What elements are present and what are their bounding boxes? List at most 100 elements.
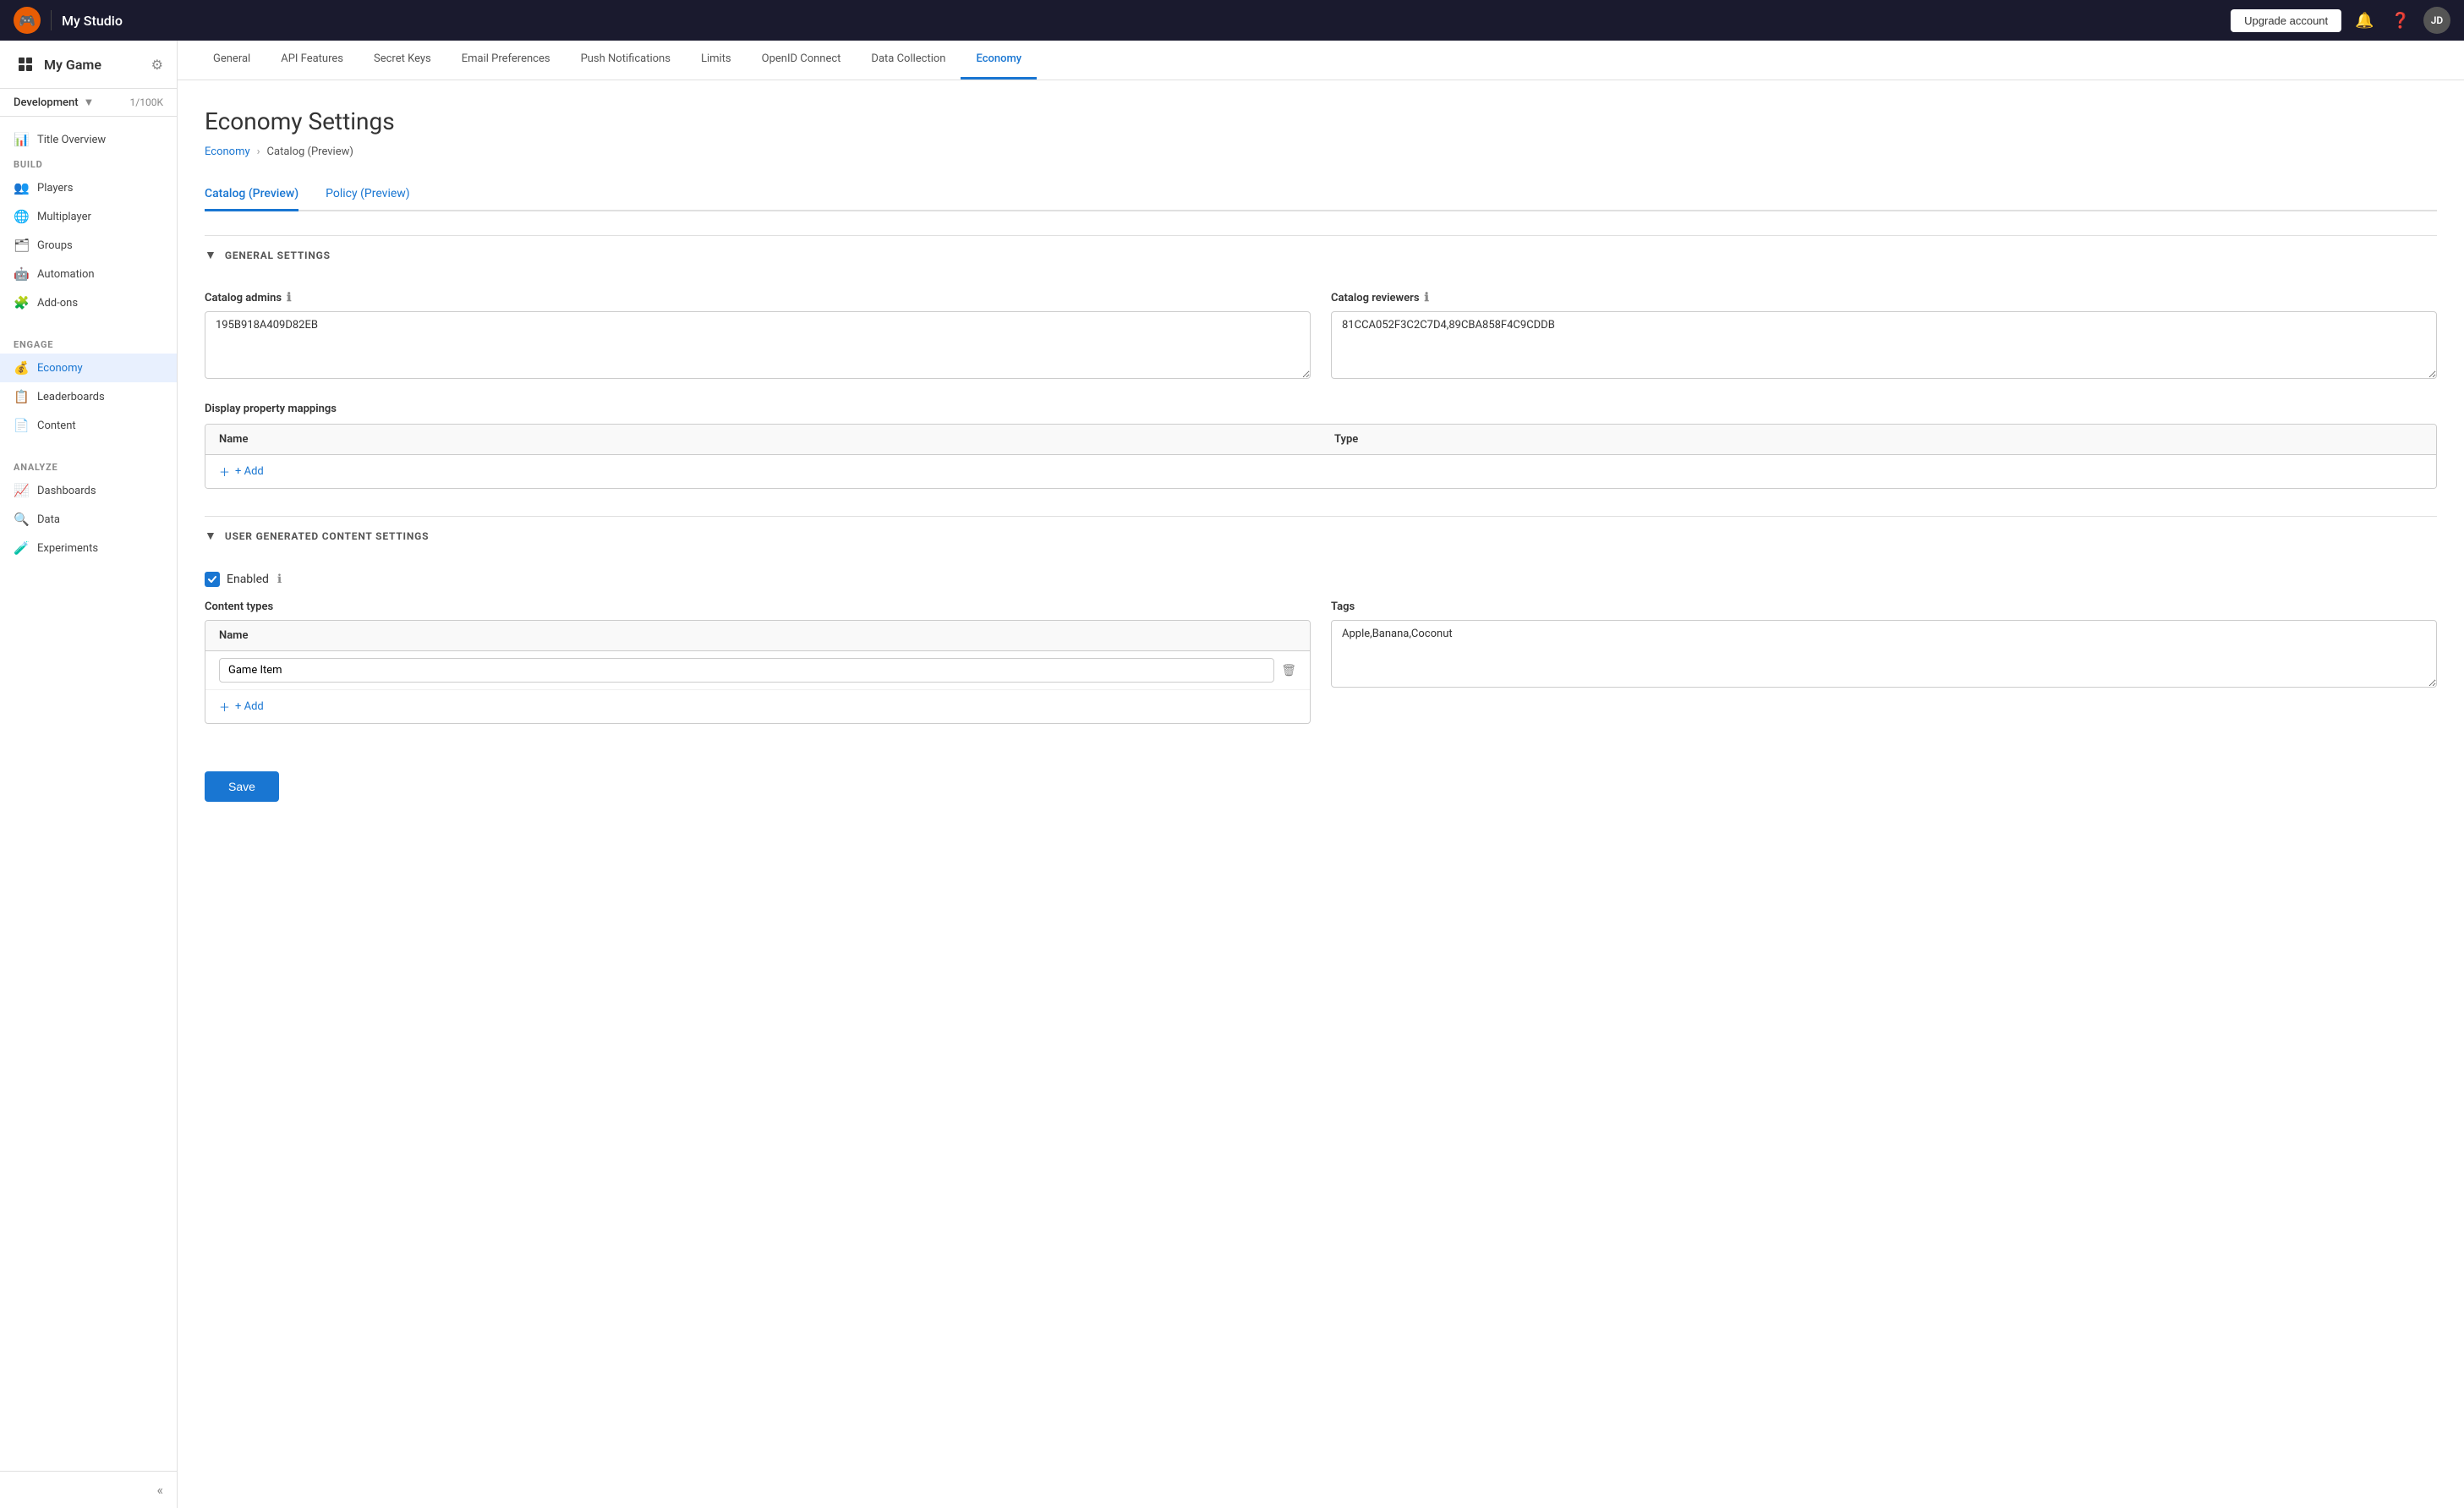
app-logo: 🎮 xyxy=(14,7,41,34)
sidebar-item-players[interactable]: 👥 Players xyxy=(0,173,177,202)
sidebar: My Game ⚙ Development ▼ 1/100K 📊 Title O… xyxy=(0,41,178,1508)
general-settings-section: ▼ GENERAL SETTINGS Catalog admins ℹ 195B… xyxy=(205,235,2437,489)
topbar: 🎮 My Studio Upgrade account 🔔 ❓ JD xyxy=(0,0,2464,41)
enabled-row: Enabled ℹ xyxy=(205,572,2437,587)
sidebar-item-experiments[interactable]: 🧪 Experiments xyxy=(0,534,177,562)
subtabs: Catalog (Preview) Policy (Preview) xyxy=(205,178,2437,211)
content-icon: 📄 xyxy=(14,418,29,433)
leaderboards-icon: 📋 xyxy=(14,389,29,404)
tab-push-notifications[interactable]: Push Notifications xyxy=(566,41,686,80)
sidebar-item-economy[interactable]: 💰 Economy xyxy=(0,354,177,382)
sidebar-item-label: Experiments xyxy=(37,542,98,555)
ct-delete-icon[interactable]: 🗑 xyxy=(1281,664,1296,677)
tab-limits[interactable]: Limits xyxy=(686,41,747,80)
tab-data-collection[interactable]: Data Collection xyxy=(856,41,961,80)
content-types-table: Name 🗑 ＋ + Add xyxy=(205,620,1311,724)
sidebar-item-label: Automation xyxy=(37,268,95,281)
tab-api-features[interactable]: API Features xyxy=(266,41,359,80)
sidebar-item-data[interactable]: 🔍 Data xyxy=(0,505,177,534)
breadcrumb-separator: › xyxy=(257,145,260,158)
tabbar: General API Features Secret Keys Email P… xyxy=(178,41,2464,80)
upgrade-button[interactable]: Upgrade account xyxy=(2231,9,2341,32)
ugc-chevron[interactable]: ▼ xyxy=(205,529,216,543)
sidebar-item-label: Groups xyxy=(37,239,73,252)
multiplayer-icon: 🌐 xyxy=(14,209,29,224)
game-icon xyxy=(14,52,37,76)
catalog-admins-input[interactable]: 195B918A409D82EB xyxy=(205,311,1311,379)
engage-label: ENGAGE xyxy=(0,334,177,354)
tab-economy[interactable]: Economy xyxy=(961,41,1037,80)
subtab-catalog[interactable]: Catalog (Preview) xyxy=(205,178,298,211)
sidebar-item-multiplayer[interactable]: 🌐 Multiplayer xyxy=(0,202,177,231)
sidebar-item-dashboards[interactable]: 📈 Dashboards xyxy=(0,476,177,505)
property-mappings-header: Name Type xyxy=(205,425,2436,455)
save-button[interactable]: Save xyxy=(205,771,279,802)
breadcrumb-current: Catalog (Preview) xyxy=(267,145,353,158)
env-count: 1/100K xyxy=(130,96,163,108)
ct-add-plus-icon: ＋ xyxy=(219,699,230,715)
tab-openid-connect[interactable]: OpenID Connect xyxy=(747,41,857,80)
sidebar-item-label: Players xyxy=(37,182,73,195)
economy-icon: 💰 xyxy=(14,360,29,376)
build-section: 📊 Title Overview BUILD 👥 Players 🌐 Multi… xyxy=(0,117,177,326)
sidebar-item-leaderboards[interactable]: 📋 Leaderboards xyxy=(0,382,177,411)
tab-secret-keys[interactable]: Secret Keys xyxy=(359,41,446,80)
catalog-reviewers-field: Catalog reviewers ℹ 81CCA052F3C2C7D4,89C… xyxy=(1331,291,2437,382)
tags-label: Tags xyxy=(1331,600,2437,613)
breadcrumb-root[interactable]: Economy xyxy=(205,145,250,158)
game-name: My Game xyxy=(44,57,101,73)
addons-icon: 🧩 xyxy=(14,295,29,310)
ugc-settings-section: ▼ USER GENERATED CONTENT SETTINGS Enable… xyxy=(205,516,2437,724)
catalog-fields-row: Catalog admins ℹ 195B918A409D82EB Catalo… xyxy=(205,291,2437,382)
tab-email-preferences[interactable]: Email Preferences xyxy=(446,41,566,80)
subtab-policy[interactable]: Policy (Preview) xyxy=(326,178,410,211)
game-header: My Game ⚙ xyxy=(0,41,177,89)
catalog-admins-info-icon[interactable]: ℹ xyxy=(287,291,291,304)
sidebar-item-content[interactable]: 📄 Content xyxy=(0,411,177,440)
catalog-reviewers-info-icon[interactable]: ℹ xyxy=(1425,291,1429,304)
sidebar-item-label: Data xyxy=(37,513,60,526)
help-icon[interactable]: ❓ xyxy=(2388,8,2413,33)
title-overview-icon: 📊 xyxy=(14,132,29,147)
sidebar-item-title-overview[interactable]: 📊 Title Overview xyxy=(0,125,177,154)
sidebar-item-addons[interactable]: 🧩 Add-ons xyxy=(0,288,177,317)
env-selector[interactable]: Development ▼ 1/100K xyxy=(0,89,177,117)
app-title: My Studio xyxy=(62,13,123,29)
catalog-reviewers-input[interactable]: 81CCA052F3C2C7D4,89CBA858F4C9CDDB xyxy=(1331,311,2437,379)
breadcrumb: Economy › Catalog (Preview) xyxy=(205,145,2437,158)
type-column-header: Type xyxy=(1321,425,2436,454)
env-name: Development xyxy=(14,96,79,109)
tab-general[interactable]: General xyxy=(198,41,266,80)
collapse-button[interactable]: « xyxy=(0,1471,177,1508)
build-label: BUILD xyxy=(0,154,177,173)
dashboards-icon: 📈 xyxy=(14,483,29,498)
settings-icon[interactable]: ⚙ xyxy=(151,57,163,73)
sidebar-item-groups[interactable]: 🗂 Groups xyxy=(0,231,177,260)
display-mappings-label: Display property mappings xyxy=(205,403,2437,415)
enabled-checkbox[interactable] xyxy=(205,572,220,587)
enabled-info-icon[interactable]: ℹ xyxy=(277,573,282,586)
sidebar-item-automation[interactable]: 🤖 Automation xyxy=(0,260,177,288)
notifications-icon[interactable]: 🔔 xyxy=(2352,8,2377,33)
tags-area: Tags Apple,Banana,Coconut xyxy=(1331,600,2437,724)
ct-game-item-input[interactable] xyxy=(219,658,1274,683)
catalog-admins-label: Catalog admins ℹ xyxy=(205,291,1311,304)
analyze-section: ANALYZE 📈 Dashboards 🔍 Data 🧪 Experiment… xyxy=(0,448,177,571)
groups-icon: 🗂 xyxy=(14,238,29,253)
catalog-admins-field: Catalog admins ℹ 195B918A409D82EB xyxy=(205,291,1311,382)
property-mappings-table: Name Type ＋ + Add xyxy=(205,424,2437,489)
analyze-label: ANALYZE xyxy=(0,457,177,476)
topbar-divider xyxy=(51,10,52,30)
user-avatar[interactable]: JD xyxy=(2423,7,2450,34)
display-property-mappings: Display property mappings Name Type ＋ + … xyxy=(205,403,2437,489)
sidebar-item-label: Economy xyxy=(37,362,83,375)
ct-row-game-item: 🗑 xyxy=(205,651,1310,690)
content-area: Economy Settings Economy › Catalog (Prev… xyxy=(178,80,2464,1508)
general-settings-chevron[interactable]: ▼ xyxy=(205,248,216,262)
tags-input[interactable]: Apple,Banana,Coconut xyxy=(1331,620,2437,688)
ct-name-header: Name xyxy=(205,621,1310,651)
add-property-button[interactable]: ＋ + Add xyxy=(205,455,2436,488)
add-property-plus-icon: ＋ xyxy=(219,463,230,480)
ct-add-button[interactable]: ＋ + Add xyxy=(205,690,1310,723)
sidebar-item-label: Content xyxy=(37,419,76,432)
